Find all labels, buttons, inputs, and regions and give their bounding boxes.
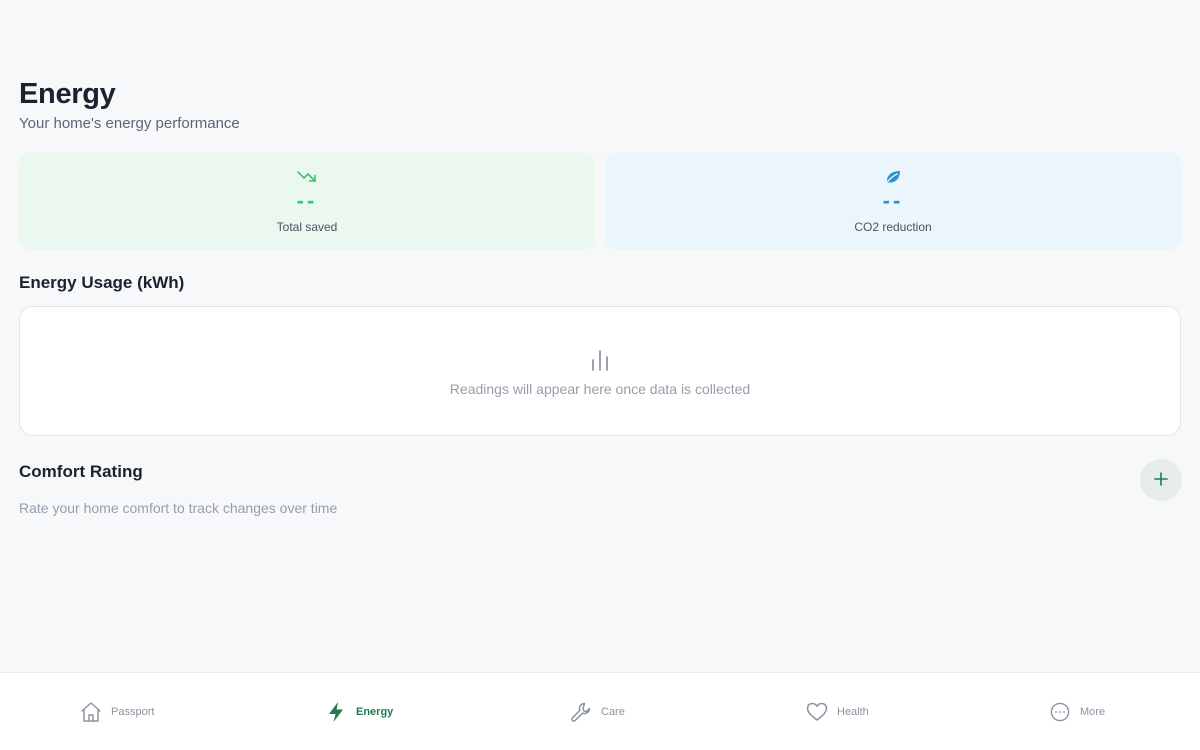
nav-item-more[interactable]: More	[1049, 701, 1105, 723]
comfort-rating-title: Comfort Rating	[19, 462, 143, 481]
energy-usage-empty-message: Readings will appear here once data is c…	[449, 380, 751, 397]
co2-reduction-value: --	[882, 188, 904, 213]
more-circle-icon	[1049, 701, 1071, 723]
page-subtitle: Your home's energy performance	[19, 115, 240, 132]
plus-icon	[1154, 471, 1168, 489]
page-title: Energy	[19, 78, 116, 110]
total-saved-label: Total saved	[276, 220, 338, 234]
bar-chart-icon	[590, 349, 610, 371]
co2-reduction-label: CO2 reduction	[854, 220, 932, 234]
wrench-icon	[570, 701, 592, 723]
nav-label-more: More	[1080, 706, 1106, 718]
nav-label-care: Care	[601, 706, 625, 718]
trending-down-icon	[297, 167, 317, 187]
add-comfort-rating-button[interactable]	[1140, 459, 1182, 501]
energy-usage-title: Energy Usage (kWh)	[19, 273, 185, 292]
energy-usage-card: Readings will appear here once data is c…	[19, 306, 1181, 436]
total-saved-value: --	[296, 188, 318, 213]
nav-label-passport: Passport	[111, 706, 155, 718]
leaf-icon	[883, 167, 903, 187]
comfort-rating-subtitle: Rate your home comfort to track changes …	[19, 500, 338, 516]
nav-item-health[interactable]: Health	[806, 701, 869, 723]
home-icon	[80, 701, 102, 723]
lightning-icon	[325, 701, 347, 723]
nav-item-care[interactable]: Care	[570, 701, 625, 723]
page-header: Energy Your home's energy performance	[19, 76, 240, 134]
heart-icon	[806, 701, 828, 723]
co2-reduction-card: -- CO2 reduction	[605, 152, 1181, 250]
nav-label-health: Health	[837, 706, 869, 718]
nav-item-energy[interactable]: Energy	[325, 701, 393, 723]
total-saved-card: -- Total saved	[19, 152, 595, 250]
nav-label-energy: Energy	[356, 706, 394, 718]
bottom-nav: Passport Energy Care Health More	[0, 672, 1200, 750]
energy-page: Energy Your home's energy performance --…	[0, 0, 1200, 750]
nav-item-passport[interactable]: Passport	[80, 701, 154, 723]
